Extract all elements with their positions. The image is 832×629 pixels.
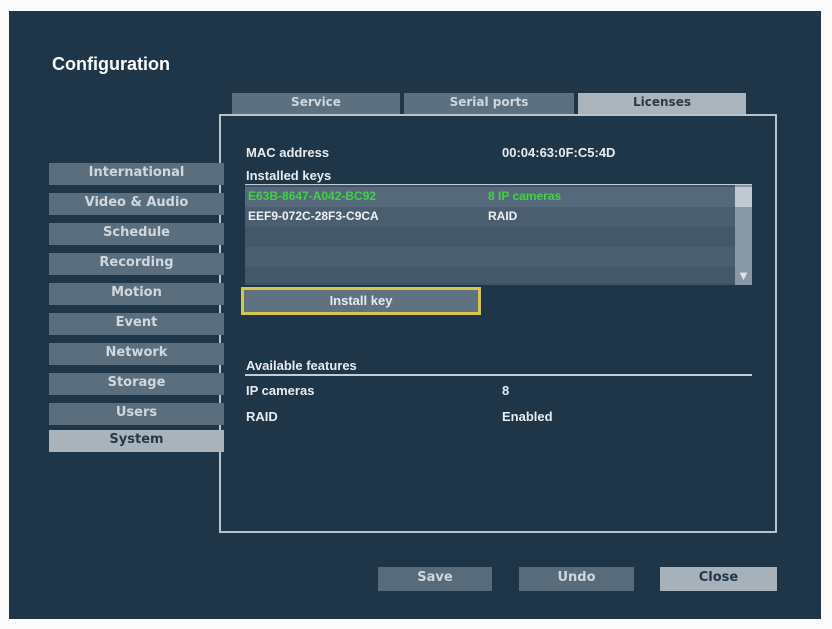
list-item [245,267,735,283]
save-button[interactable]: Save [378,567,492,591]
sidebar-item-system[interactable]: System [49,430,224,452]
feature-name: RAID [246,409,278,424]
key-feature: 8 IP cameras [488,189,562,203]
key-feature: RAID [488,209,518,223]
available-features-divider [245,374,752,376]
sidebar-item-video-audio[interactable]: Video & Audio [49,193,224,215]
list-item [245,227,735,247]
page-title: Configuration [52,54,170,74]
feature-value: 8 [502,383,510,398]
mac-address-label: MAC address [246,145,330,160]
feature-name: IP cameras [246,383,315,398]
installed-keys-list[interactable]: E63B-8647-A042-BC92 8 IP cameras EEF9-07… [245,185,752,285]
list-item[interactable]: EEF9-072C-28F3-C9CA RAID [245,207,735,227]
available-features-label: Available features [246,358,357,373]
key-code: E63B-8647-A042-BC92 [248,189,377,203]
mac-address-value: 00:04:63:0F:C5:4D [502,145,616,160]
list-item [245,247,735,267]
list-item[interactable]: E63B-8647-A042-BC92 8 IP cameras [245,187,735,207]
feature-value: Enabled [502,409,553,424]
sidebar-item-international[interactable]: International [49,163,224,185]
sidebar-item-event[interactable]: Event [49,313,224,335]
undo-button[interactable]: Undo [519,567,634,591]
scrollbar-thumb[interactable] [735,187,752,207]
sidebar-item-storage[interactable]: Storage [49,373,224,395]
sidebar-item-recording[interactable]: Recording [49,253,224,275]
sidebar-item-users[interactable]: Users [49,403,224,425]
scroll-down-icon[interactable]: ▼ [735,269,752,285]
sidebar-item-network[interactable]: Network [49,343,224,365]
installed-keys-label: Installed keys [246,168,332,183]
key-code: EEF9-072C-28F3-C9CA [248,209,379,223]
install-key-button[interactable]: Install key [241,287,481,315]
sidebar-item-motion[interactable]: Motion [49,283,224,305]
close-button[interactable]: Close [660,567,777,591]
list-scrollbar[interactable]: ▼ [735,185,752,285]
sidebar-item-schedule[interactable]: Schedule [49,223,224,245]
